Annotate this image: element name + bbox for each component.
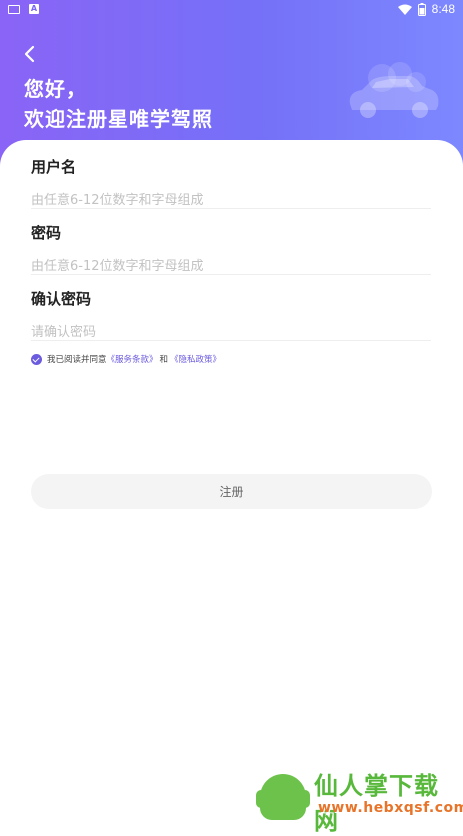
watermark-url: www.hebxqsf.com <box>318 800 463 816</box>
password-label: 密码 <box>31 224 62 242</box>
greeting-line-1: 您好， <box>24 77 87 101</box>
battery-icon <box>417 2 426 16</box>
agreement-checkbox[interactable] <box>31 353 42 365</box>
password-field: 密码 <box>31 222 431 278</box>
cactus-arm-left <box>256 790 266 808</box>
app-notification-icon: A <box>29 4 39 14</box>
confirm-password-field: 确认密码 <box>31 288 431 344</box>
confirm-password-input[interactable] <box>31 320 426 344</box>
username-label: 用户名 <box>31 158 77 176</box>
terms-link[interactable]: 《服务条款》 <box>107 353 158 365</box>
agreement-row: 我已阅读并同意 《服务条款》 和 《隐私政策》 <box>31 353 221 365</box>
cactus-arm-right <box>300 790 310 808</box>
greeting: 您好， 欢迎注册星唯学驾照 <box>24 74 213 134</box>
keyboard-icon <box>8 4 20 14</box>
confirm-password-label: 确认密码 <box>31 290 92 308</box>
agreement-conjunction: 和 <box>159 355 169 365</box>
back-button[interactable] <box>18 40 42 68</box>
username-field: 用户名 <box>31 156 431 212</box>
greeting-line-2: 欢迎注册星唯学驾照 <box>24 107 213 131</box>
agreement-prefix: 我已阅读并同意 <box>47 355 107 365</box>
privacy-link[interactable]: 《隐私政策》 <box>170 353 221 365</box>
status-bar: A 8:48 <box>0 0 463 20</box>
username-input[interactable] <box>31 188 426 212</box>
chevron-left-icon <box>24 45 35 63</box>
password-input[interactable] <box>31 254 426 278</box>
watermark-logo: 仙人掌下载网 www.hebxqsf.com <box>256 764 463 835</box>
car-illustration-icon <box>349 62 439 118</box>
status-time: 8:48 <box>431 2 455 16</box>
register-button[interactable]: 注册 <box>31 474 432 509</box>
wifi-icon <box>397 4 412 15</box>
